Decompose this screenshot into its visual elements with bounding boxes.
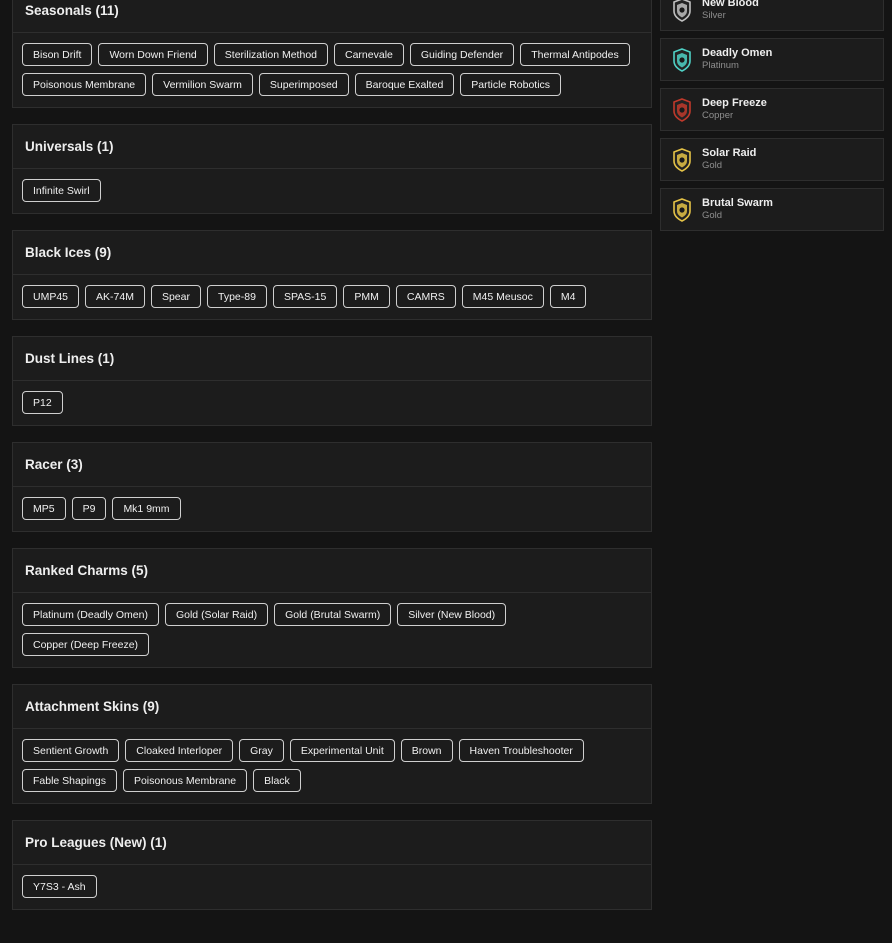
section-tag-list: Platinum (Deadly Omen) Gold (Solar Raid) G…: [13, 593, 651, 667]
rank-badge-icon: [672, 0, 692, 22]
section-panel: Black Ices (9) UMP45 AK-74M Spear Type-89 SPA…: [12, 230, 652, 320]
section-title: Racer (3): [13, 443, 651, 487]
item-tag[interactable]: Worn Down Friend: [98, 43, 208, 66]
collection-sections: Seasonals (11) Bison Drift Worn Down Frien…: [12, 0, 652, 926]
item-tag[interactable]: Gray: [239, 739, 284, 762]
item-tag[interactable]: M4: [549, 285, 587, 308]
item-tag[interactable]: AK-74M: [85, 285, 145, 308]
item-tag[interactable]: Cloaked Interloper: [125, 739, 234, 762]
section-tag-list: Bison Drift Worn Down Friend Sterilization…: [13, 33, 651, 107]
charm-name: New Blood: [702, 0, 759, 9]
section-title: Dust Lines (1): [13, 337, 651, 381]
item-tag[interactable]: Superimposed: [258, 73, 349, 96]
item-tag[interactable]: Poisonous Membrane: [22, 73, 147, 96]
section-tag-list: UMP45 AK-74M Spear Type-89 SPAS-15 PMM CAMRS M4…: [13, 275, 651, 319]
item-tag[interactable]: Sentient Growth: [22, 739, 120, 762]
section-title: Attachment Skins (9): [13, 685, 651, 729]
item-tag[interactable]: Baroque Exalted: [354, 73, 455, 96]
section-panel: Attachment Skins (9) Sentient Growth Cloak…: [12, 684, 652, 804]
item-tag[interactable]: P9: [71, 497, 107, 520]
charm-rank: Copper: [702, 110, 734, 121]
charm-info: Brutal Swarm Gold: [702, 197, 773, 222]
rank-badge-icon: [672, 97, 692, 122]
item-tag[interactable]: Vermilion Swarm: [152, 73, 253, 96]
item-tag[interactable]: Haven Troubleshooter: [458, 739, 584, 762]
item-tag[interactable]: Spear: [150, 285, 201, 308]
charm-card[interactable]: New Blood Silver: [660, 0, 884, 31]
charm-info: Deep Freeze Copper: [702, 97, 767, 122]
item-tag[interactable]: Brown: [400, 739, 453, 762]
item-tag[interactable]: Y7S3 - Ash: [22, 875, 97, 898]
item-tag[interactable]: M45 Meusoc: [461, 285, 544, 308]
section-panel: Seasonals (11) Bison Drift Worn Down Frien…: [12, 0, 652, 108]
section-tag-list: Y7S3 - Ash: [13, 865, 651, 909]
rank-badge-icon: [672, 197, 692, 222]
section-title: Black Ices (9): [13, 231, 651, 275]
item-tag[interactable]: MP5: [22, 497, 66, 520]
rank-badge-icon: [672, 147, 692, 172]
item-tag[interactable]: Sterilization Method: [213, 43, 328, 66]
charm-rank: Silver: [702, 10, 726, 21]
item-tag[interactable]: Copper (Deep Freeze): [22, 633, 150, 656]
item-tag[interactable]: Guiding Defender: [409, 43, 515, 66]
item-tag[interactable]: Particle Robotics: [460, 73, 562, 96]
section-tag-list: MP5 P9 Mk1 9mm: [13, 487, 651, 531]
item-tag[interactable]: Bison Drift: [22, 43, 93, 66]
charm-name: Deep Freeze: [702, 97, 767, 109]
section-panel: Pro Leagues (New) (1) Y7S3 - Ash: [12, 820, 652, 910]
charm-info: Solar Raid Gold: [702, 147, 756, 172]
section-panel: Ranked Charms (5) Platinum (Deadly Omen) G…: [12, 548, 652, 668]
section-title: Seasonals (11): [13, 0, 651, 33]
item-tag[interactable]: Experimental Unit: [289, 739, 395, 762]
section-title: Universals (1): [13, 125, 651, 169]
item-tag[interactable]: Type-89: [206, 285, 267, 308]
charm-card[interactable]: Brutal Swarm Gold: [660, 188, 884, 231]
charm-list: New Blood Silver Deadly Omen Platinum Deep F…: [660, 0, 884, 238]
item-tag[interactable]: Gold (Brutal Swarm): [274, 603, 392, 626]
charm-card[interactable]: Deadly Omen Platinum: [660, 38, 884, 81]
item-tag[interactable]: Gold (Solar Raid): [164, 603, 269, 626]
section-tag-list: Infinite Swirl: [13, 169, 651, 213]
item-tag[interactable]: Infinite Swirl: [22, 179, 101, 202]
charm-info: New Blood Silver: [702, 0, 759, 22]
charm-rank: Gold: [702, 210, 723, 221]
section-title: Ranked Charms (5): [13, 549, 651, 593]
charm-info: Deadly Omen Platinum: [702, 47, 772, 72]
section-tag-list: P12: [13, 381, 651, 425]
charm-name: Brutal Swarm: [702, 197, 773, 209]
item-tag[interactable]: SPAS-15: [272, 285, 338, 308]
section-title: Pro Leagues (New) (1): [13, 821, 651, 865]
item-tag[interactable]: UMP45: [22, 285, 80, 308]
charm-card[interactable]: Deep Freeze Copper: [660, 88, 884, 131]
rank-badge-icon: [672, 47, 692, 72]
charm-card[interactable]: Solar Raid Gold: [660, 138, 884, 181]
section-panel: Racer (3) MP5 P9 Mk1 9mm: [12, 442, 652, 532]
item-tag[interactable]: PMM: [343, 285, 390, 308]
item-tag[interactable]: Thermal Antipodes: [520, 43, 630, 66]
section-panel: Dust Lines (1) P12: [12, 336, 652, 426]
item-tag[interactable]: Fable Shapings: [22, 769, 117, 792]
item-tag[interactable]: Carnevale: [334, 43, 404, 66]
item-tag[interactable]: Poisonous Membrane: [122, 769, 248, 792]
charm-rank: Platinum: [702, 60, 739, 71]
item-tag[interactable]: Silver (New Blood): [397, 603, 507, 626]
item-tag[interactable]: CAMRS: [395, 285, 456, 308]
charm-rank: Gold: [702, 160, 723, 171]
item-tag[interactable]: Black: [253, 769, 301, 792]
item-tag[interactable]: Platinum (Deadly Omen): [22, 603, 159, 626]
charm-name: Deadly Omen: [702, 47, 773, 59]
section-tag-list: Sentient Growth Cloaked Interloper Gray Exp…: [13, 729, 651, 803]
charm-name: Solar Raid: [702, 147, 757, 159]
section-panel: Universals (1) Infinite Swirl: [12, 124, 652, 214]
item-tag[interactable]: P12: [22, 391, 63, 414]
item-tag[interactable]: Mk1 9mm: [112, 497, 181, 520]
